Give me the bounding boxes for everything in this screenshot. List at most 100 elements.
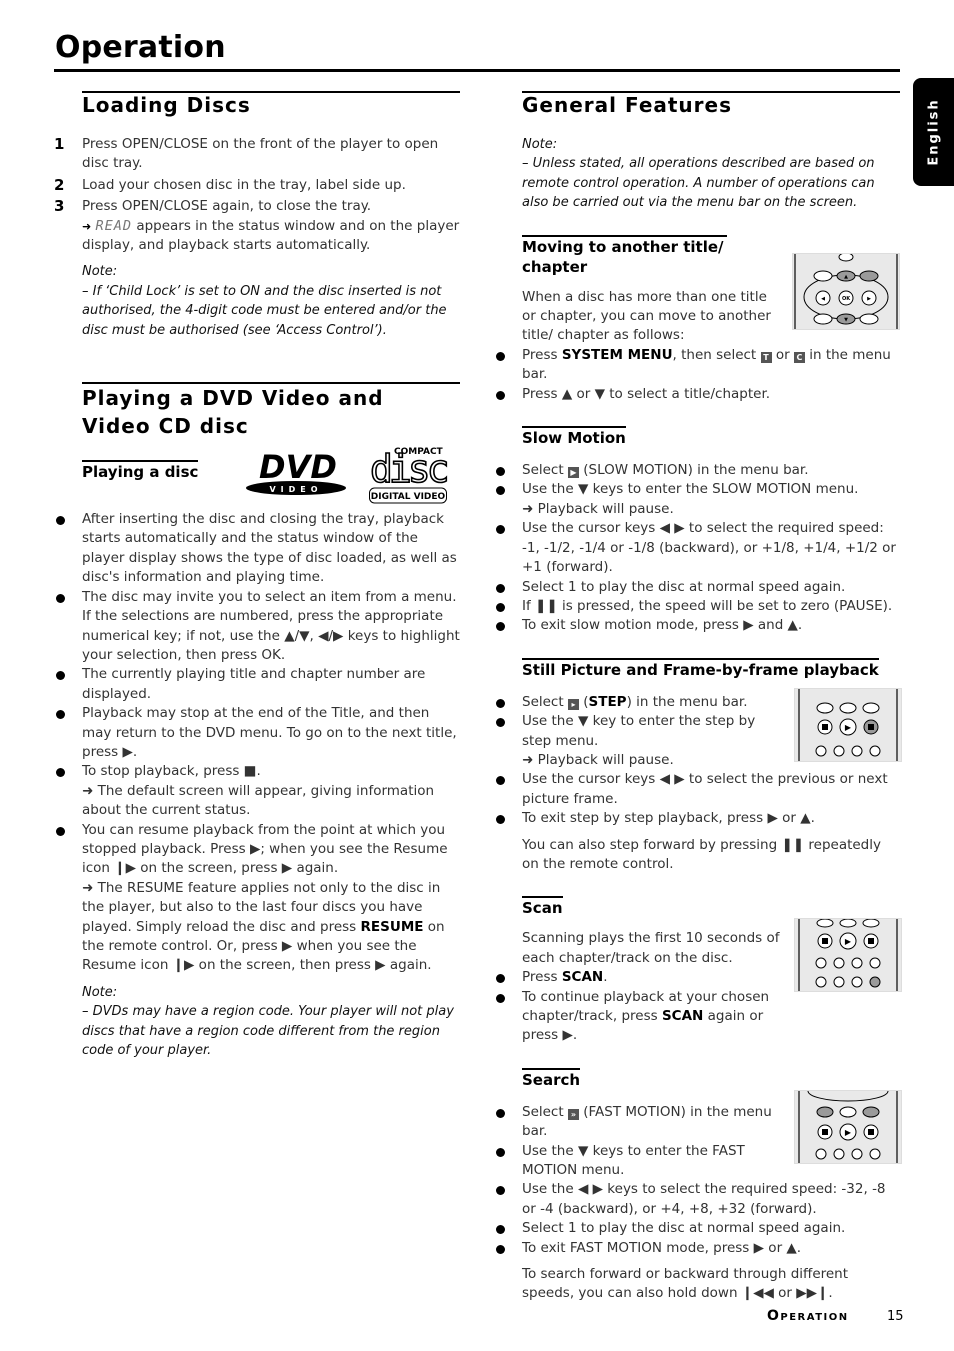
bullet-item: Use the ▼ keys to enter the FAST MOTION … <box>494 1142 754 1181</box>
step-number: 2 <box>54 175 65 194</box>
playing-disc-bullets: After inserting the disc and closing the… <box>54 510 460 976</box>
bullet-text: To exit slow motion mode, press ▶ and ▲. <box>522 617 803 634</box>
language-tab-label: English <box>926 98 941 166</box>
bullet-text: You can resume playback from the point a… <box>82 821 448 877</box>
step-item: 3 Press OPEN/CLOSE again, to close the t… <box>54 197 460 255</box>
bullet-icon <box>496 1244 505 1254</box>
heading-line: Moving to another title/ <box>522 237 724 256</box>
note-label: Note: <box>82 264 118 280</box>
scan-section: Scan ▶ Scanning plays the first 10 secon… <box>494 896 902 1046</box>
bullet-item: To stop playback, press ■. ➜ The default… <box>54 762 460 820</box>
left-column: Loading Discs 1 Press OPEN/CLOSE on the … <box>54 90 460 1060</box>
bullet-text: The disc may invite you to select an ite… <box>82 588 460 663</box>
note-text: – If ‘Child Lock’ is set to ON and the d… <box>82 283 447 338</box>
step-result-text: appears in the status window and on the … <box>82 217 460 254</box>
bullet-icon <box>496 1147 505 1157</box>
still-picture-section: Still Picture and Frame-by-frame playbac… <box>494 657 902 875</box>
bullet-item: Select » (FAST MOTION) in the menu bar. <box>494 1103 779 1142</box>
slow-motion-heading: Slow Motion <box>522 426 626 448</box>
still-picture-heading: Still Picture and Frame-by-frame playbac… <box>522 657 879 680</box>
bullet-icon <box>496 602 505 612</box>
step-number: 3 <box>54 197 65 216</box>
bullet-icon <box>56 671 65 681</box>
bullet-item: The disc may invite you to select an ite… <box>54 588 460 666</box>
ok-key-label: OK <box>842 296 851 302</box>
arrow-icon: ➜ <box>82 219 92 233</box>
bullet-item: Playback may stop at the end of the Titl… <box>54 704 460 762</box>
moving-title-section: Moving to another title/ chapter ▲ ◀ OK … <box>494 234 900 404</box>
dvd-logo-subtext: VIDEO <box>269 485 322 494</box>
remote-illustration-navigation: ▲ ◀ OK ▶ ▼ <box>792 252 900 330</box>
bullet-item: Select 1 to play the disc at normal spee… <box>494 578 900 597</box>
bullet-icon <box>496 486 505 496</box>
bullet-text: or <box>771 346 794 363</box>
title-rule <box>54 69 900 72</box>
bullet-icon <box>56 710 65 720</box>
bullet-icon <box>56 593 65 603</box>
bullet-icon <box>496 525 505 535</box>
bullet-icon <box>496 390 505 400</box>
note-text: – Unless stated, all operations describe… <box>522 156 875 211</box>
bullet-item: To continue playback at your chosen chap… <box>494 988 794 1046</box>
bullet-item: Use the cursor keys ◀ ▶ to select the re… <box>494 519 900 577</box>
scan-heading: Scan <box>522 896 563 918</box>
region-note: Note: – DVDs may have a region code. You… <box>82 983 460 1061</box>
moving-title-intro: When a disc has more than one title or c… <box>522 288 771 344</box>
svg-text:▶: ▶ <box>845 1128 852 1137</box>
bullet-text: Use the ▼ keys to enter the SLOW MOTION … <box>522 481 859 498</box>
bullet-text: . <box>603 969 608 986</box>
bullet-text: Select 1 to play the disc at normal spee… <box>522 578 846 595</box>
bullet-result: ➜ Playback will pause. <box>522 500 674 517</box>
bullet-item: Use the cursor keys ◀ ▶ to select the pr… <box>494 770 900 809</box>
still-picture-footer: You can also step forward by pressing ❚❚… <box>522 836 881 872</box>
svg-text:▶: ▶ <box>867 296 871 302</box>
page-title: Operation <box>55 30 226 65</box>
bullet-icon <box>56 826 65 836</box>
bullet-icon <box>56 516 65 526</box>
svg-text:▲: ▲ <box>844 274 848 280</box>
step-text: Press OPEN/CLOSE on the front of the pla… <box>82 136 439 172</box>
bullet-icon <box>496 698 505 708</box>
playing-disc-header: Playing a disc DVD VIDEO COMPACT disc DI… <box>54 446 460 504</box>
resume-key-label: RESUME <box>360 918 424 935</box>
step-number: 1 <box>54 135 65 153</box>
bullet-text: Select 1 to play the disc at normal spee… <box>522 1220 846 1237</box>
bullet-item: To exit FAST MOTION mode, press ▶ or ▲. <box>494 1239 900 1258</box>
language-tab: English <box>913 78 954 186</box>
bullet-item: Select ▶ (SLOW MOTION) in the menu bar. <box>494 461 900 480</box>
chapter-menu-icon: C <box>793 351 805 363</box>
bullet-text: To stop playback, press ■. <box>82 763 261 780</box>
lcd-read-text: READ <box>95 217 133 234</box>
bullet-icon <box>496 583 505 593</box>
step-item: 1 Press OPEN/CLOSE on the front of the p… <box>54 135 460 174</box>
bullet-icon <box>496 993 505 1003</box>
bullet-icon <box>496 815 505 825</box>
bullet-result: ➜ The RESUME feature applies not only to… <box>82 879 460 976</box>
slow-motion-section: Slow Motion Select ▶ (SLOW MOTION) in th… <box>494 426 900 636</box>
step-menu-icon: ▸ <box>567 698 579 710</box>
bullet-text: Use the cursor keys ◀ ▶ to select the pr… <box>522 771 888 807</box>
compact-disc-logo: COMPACT disc DIGITAL VIDEO <box>368 444 451 510</box>
bullet-item: If ❚❚ is pressed, the speed will be set … <box>494 597 900 616</box>
bullet-text: Press <box>522 969 562 986</box>
bullet-item: Select ▸ (STEP) in the menu bar. <box>494 693 900 712</box>
bullet-text: After inserting the disc and closing the… <box>82 511 457 586</box>
bullet-icon <box>496 1225 505 1235</box>
svg-text:▶: ▶ <box>845 723 852 732</box>
bullet-text: Press ▲ or ▼ to select a title/chapter. <box>522 385 771 402</box>
step-text: Press OPEN/CLOSE again, to close the tra… <box>82 198 372 215</box>
bullet-item: Select 1 to play the disc at normal spee… <box>494 1219 900 1238</box>
bullet-icon <box>496 718 505 728</box>
bullet-text: Use the ▼ keys to enter the FAST MOTION … <box>522 1142 745 1179</box>
bullet-item: To exit slow motion mode, press ▶ and ▲. <box>494 616 900 635</box>
heading-line: chapter <box>522 257 588 276</box>
playing-disc-subheading: Playing a disc <box>82 460 199 482</box>
page-number: 15 <box>887 1309 904 1324</box>
bullet-text: (SLOW MOTION) in the menu bar. <box>578 462 809 479</box>
bullet-text: To exit FAST MOTION mode, press ▶ or ▲. <box>522 1239 802 1256</box>
bullet-text: If ❚❚ is pressed, the speed will be set … <box>522 597 893 614</box>
loading-discs-heading: Loading Discs <box>82 91 460 117</box>
general-features-heading: General Features <box>522 91 900 117</box>
bullet-item: Use the ▼ key to enter the step by step … <box>494 712 779 770</box>
slow-motion-menu-icon: ▶ <box>567 467 579 479</box>
